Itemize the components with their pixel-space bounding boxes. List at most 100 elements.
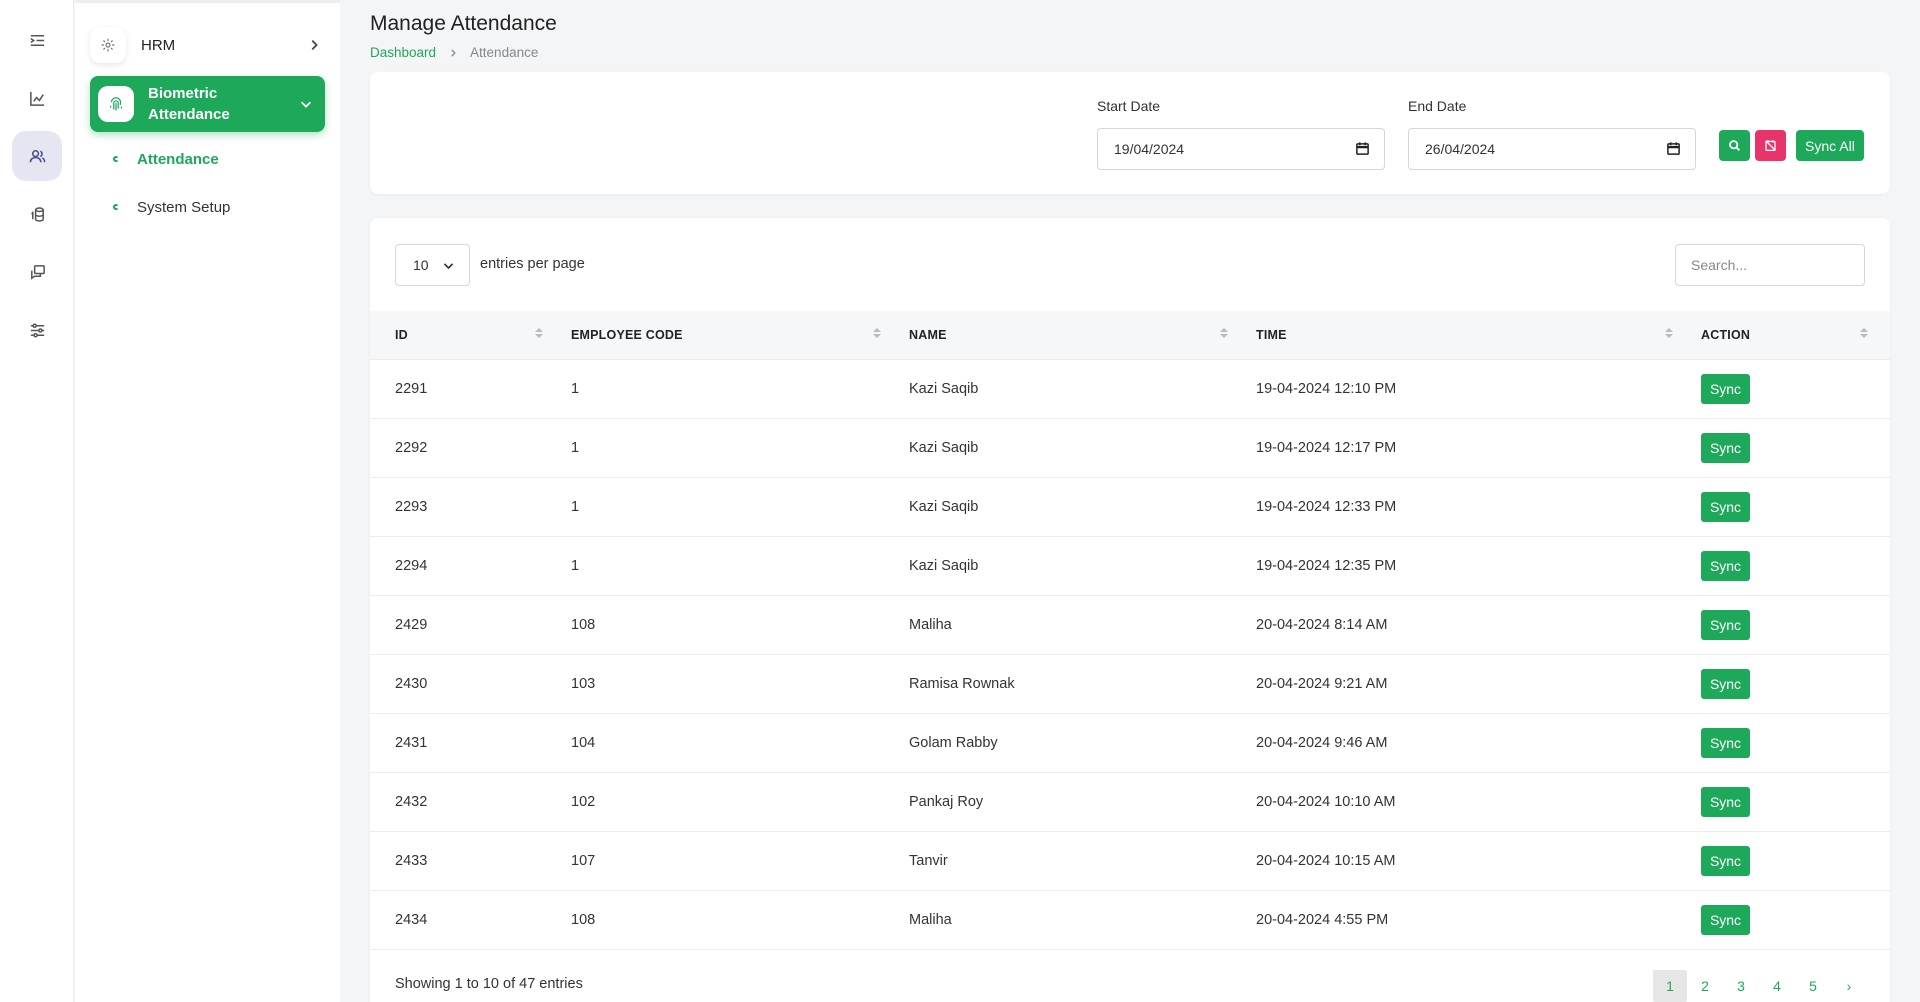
page-button-2[interactable]: 2 <box>1687 970 1723 1002</box>
breadcrumb-current: Attendance <box>470 45 539 60</box>
hrm-icon <box>90 27 126 63</box>
table-row: 2433 107 Tanvir 20-04-2024 10:15 AM Sync <box>370 831 1890 890</box>
settings-sliders-icon[interactable] <box>12 305 62 355</box>
sync-all-button[interactable]: Sync All <box>1796 130 1864 161</box>
cell-action: Sync <box>1676 831 1890 890</box>
sort-icon <box>1665 328 1673 338</box>
page-button-1[interactable]: 1 <box>1653 970 1687 1002</box>
table-row: 2434 108 Maliha 20-04-2024 4:55 PM Sync <box>370 890 1890 949</box>
sync-button[interactable]: Sync <box>1701 727 1750 758</box>
column-header-employee-code[interactable]: EMPLOYEE CODE <box>546 311 884 359</box>
cell-name: Tanvir <box>909 852 948 869</box>
cell-time: 19-04-2024 12:33 PM <box>1256 498 1397 515</box>
sync-button[interactable]: Sync <box>1701 845 1750 876</box>
sync-button[interactable]: Sync <box>1701 550 1750 581</box>
cell-name: Pankaj Roy <box>909 793 984 810</box>
cell-name: Kazi Saqib <box>909 557 979 574</box>
cell-action: Sync <box>1676 595 1890 654</box>
table-row: 2294 1 Kazi Saqib 19-04-2024 12:35 PM Sy… <box>370 536 1890 595</box>
icon-rail <box>0 0 74 1002</box>
sort-icon <box>535 328 543 338</box>
page-button-5[interactable]: 5 <box>1795 970 1831 1002</box>
column-header-label: ID <box>395 327 408 342</box>
sync-button[interactable]: Sync <box>1701 609 1750 640</box>
chevron-right-icon <box>448 48 458 58</box>
messages-icon[interactable] <box>12 247 62 297</box>
sync-button[interactable]: Sync <box>1701 491 1750 522</box>
cell-action: Sync <box>1676 890 1890 949</box>
end-date-input[interactable]: 26/04/2024 <box>1408 128 1696 170</box>
breadcrumb: Dashboard Attendance <box>370 45 538 60</box>
cell-employee-code: 104 <box>571 734 596 751</box>
cell-id: 2294 <box>395 557 428 574</box>
clear-filter-button[interactable] <box>1755 130 1786 161</box>
cell-time: 20-04-2024 10:15 AM <box>1256 852 1396 869</box>
cell-employee-code: 108 <box>571 616 596 633</box>
page-button-4[interactable]: 4 <box>1759 970 1795 1002</box>
pagination: 1 2 3 4 5 › <box>1653 970 1867 1002</box>
cell-action: Sync <box>1676 418 1890 477</box>
chart-icon[interactable] <box>12 73 62 123</box>
cell-employee-code: 103 <box>571 675 596 692</box>
cell-action: Sync <box>1676 654 1890 713</box>
sync-button[interactable]: Sync <box>1701 373 1750 404</box>
sync-button[interactable]: Sync <box>1701 904 1750 935</box>
table-row: 2429 108 Maliha 20-04-2024 8:14 AM Sync <box>370 595 1890 654</box>
cell-time: 19-04-2024 12:10 PM <box>1256 380 1397 397</box>
breadcrumb-dashboard-link[interactable]: Dashboard <box>370 45 436 60</box>
nav-item-hrm-label: HRM <box>141 36 176 54</box>
cell-name: Kazi Saqib <box>909 380 979 397</box>
column-header-id[interactable]: ID <box>370 311 546 359</box>
nav-subitem-attendance[interactable]: Attendance <box>113 148 219 170</box>
attendance-table: ID EMPLOYEE CODE NAME TIME ACTION 2291 1… <box>370 311 1890 950</box>
column-header-name[interactable]: NAME <box>884 311 1231 359</box>
showing-entries-text: Showing 1 to 10 of 47 entries <box>395 976 583 992</box>
sync-button[interactable]: Sync <box>1701 668 1750 699</box>
search-button[interactable] <box>1719 130 1750 161</box>
start-date-input[interactable]: 19/04/2024 <box>1097 128 1385 170</box>
entries-per-page-select[interactable]: 10 <box>395 244 470 286</box>
next-page-button[interactable]: › <box>1831 970 1867 1002</box>
date-filter-card: Start Date 19/04/2024 End Date 26/04/202… <box>370 72 1890 194</box>
table-row: 2292 1 Kazi Saqib 19-04-2024 12:17 PM Sy… <box>370 418 1890 477</box>
menu-toggle-icon[interactable] <box>12 15 62 65</box>
cell-employee-code: 102 <box>571 793 596 810</box>
calendar-icon[interactable] <box>1666 141 1681 156</box>
payroll-icon[interactable] <box>12 189 62 239</box>
table-search-input[interactable] <box>1675 244 1865 286</box>
nav-item-hrm[interactable]: HRM <box>90 24 325 66</box>
users-icon[interactable] <box>12 131 62 181</box>
calendar-icon[interactable] <box>1355 141 1370 156</box>
cell-id: 2430 <box>395 675 428 692</box>
cell-name: Maliha <box>909 911 952 928</box>
column-header-action[interactable]: ACTION <box>1676 311 1890 359</box>
nav-subitem-system-setup[interactable]: System Setup <box>113 196 230 218</box>
column-header-label: TIME <box>1256 327 1287 342</box>
cell-action: Sync <box>1676 713 1890 772</box>
table-row: 2431 104 Golam Rabby 20-04-2024 9:46 AM … <box>370 713 1890 772</box>
column-header-label: EMPLOYEE CODE <box>571 327 683 342</box>
cell-action: Sync <box>1676 477 1890 536</box>
column-header-label: ACTION <box>1701 327 1751 342</box>
cell-time: 20-04-2024 4:55 PM <box>1256 911 1389 928</box>
cell-action: Sync <box>1676 772 1890 831</box>
cell-employee-code: 1 <box>571 498 580 515</box>
cell-name: Ramisa Rownak <box>909 675 1015 692</box>
bullet-icon <box>113 156 119 162</box>
column-header-label: NAME <box>909 327 947 342</box>
entries-per-page-label: entries per page <box>480 256 585 272</box>
cell-time: 20-04-2024 10:10 AM <box>1256 793 1396 810</box>
nav-divider <box>75 0 340 3</box>
cell-name: Golam Rabby <box>909 734 998 751</box>
cell-id: 2434 <box>395 911 428 928</box>
entries-per-page-value: 10 <box>413 257 429 273</box>
column-header-time[interactable]: TIME <box>1231 311 1676 359</box>
sync-button[interactable]: Sync <box>1701 432 1750 463</box>
cell-id: 2292 <box>395 439 428 456</box>
start-date-value: 19/04/2024 <box>1114 141 1185 157</box>
nav-item-biometric-attendance[interactable]: Biometric Attendance <box>90 76 325 132</box>
cell-employee-code: 107 <box>571 852 596 869</box>
page-button-3[interactable]: 3 <box>1723 970 1759 1002</box>
sync-button[interactable]: Sync <box>1701 786 1750 817</box>
search-icon <box>1729 140 1741 152</box>
